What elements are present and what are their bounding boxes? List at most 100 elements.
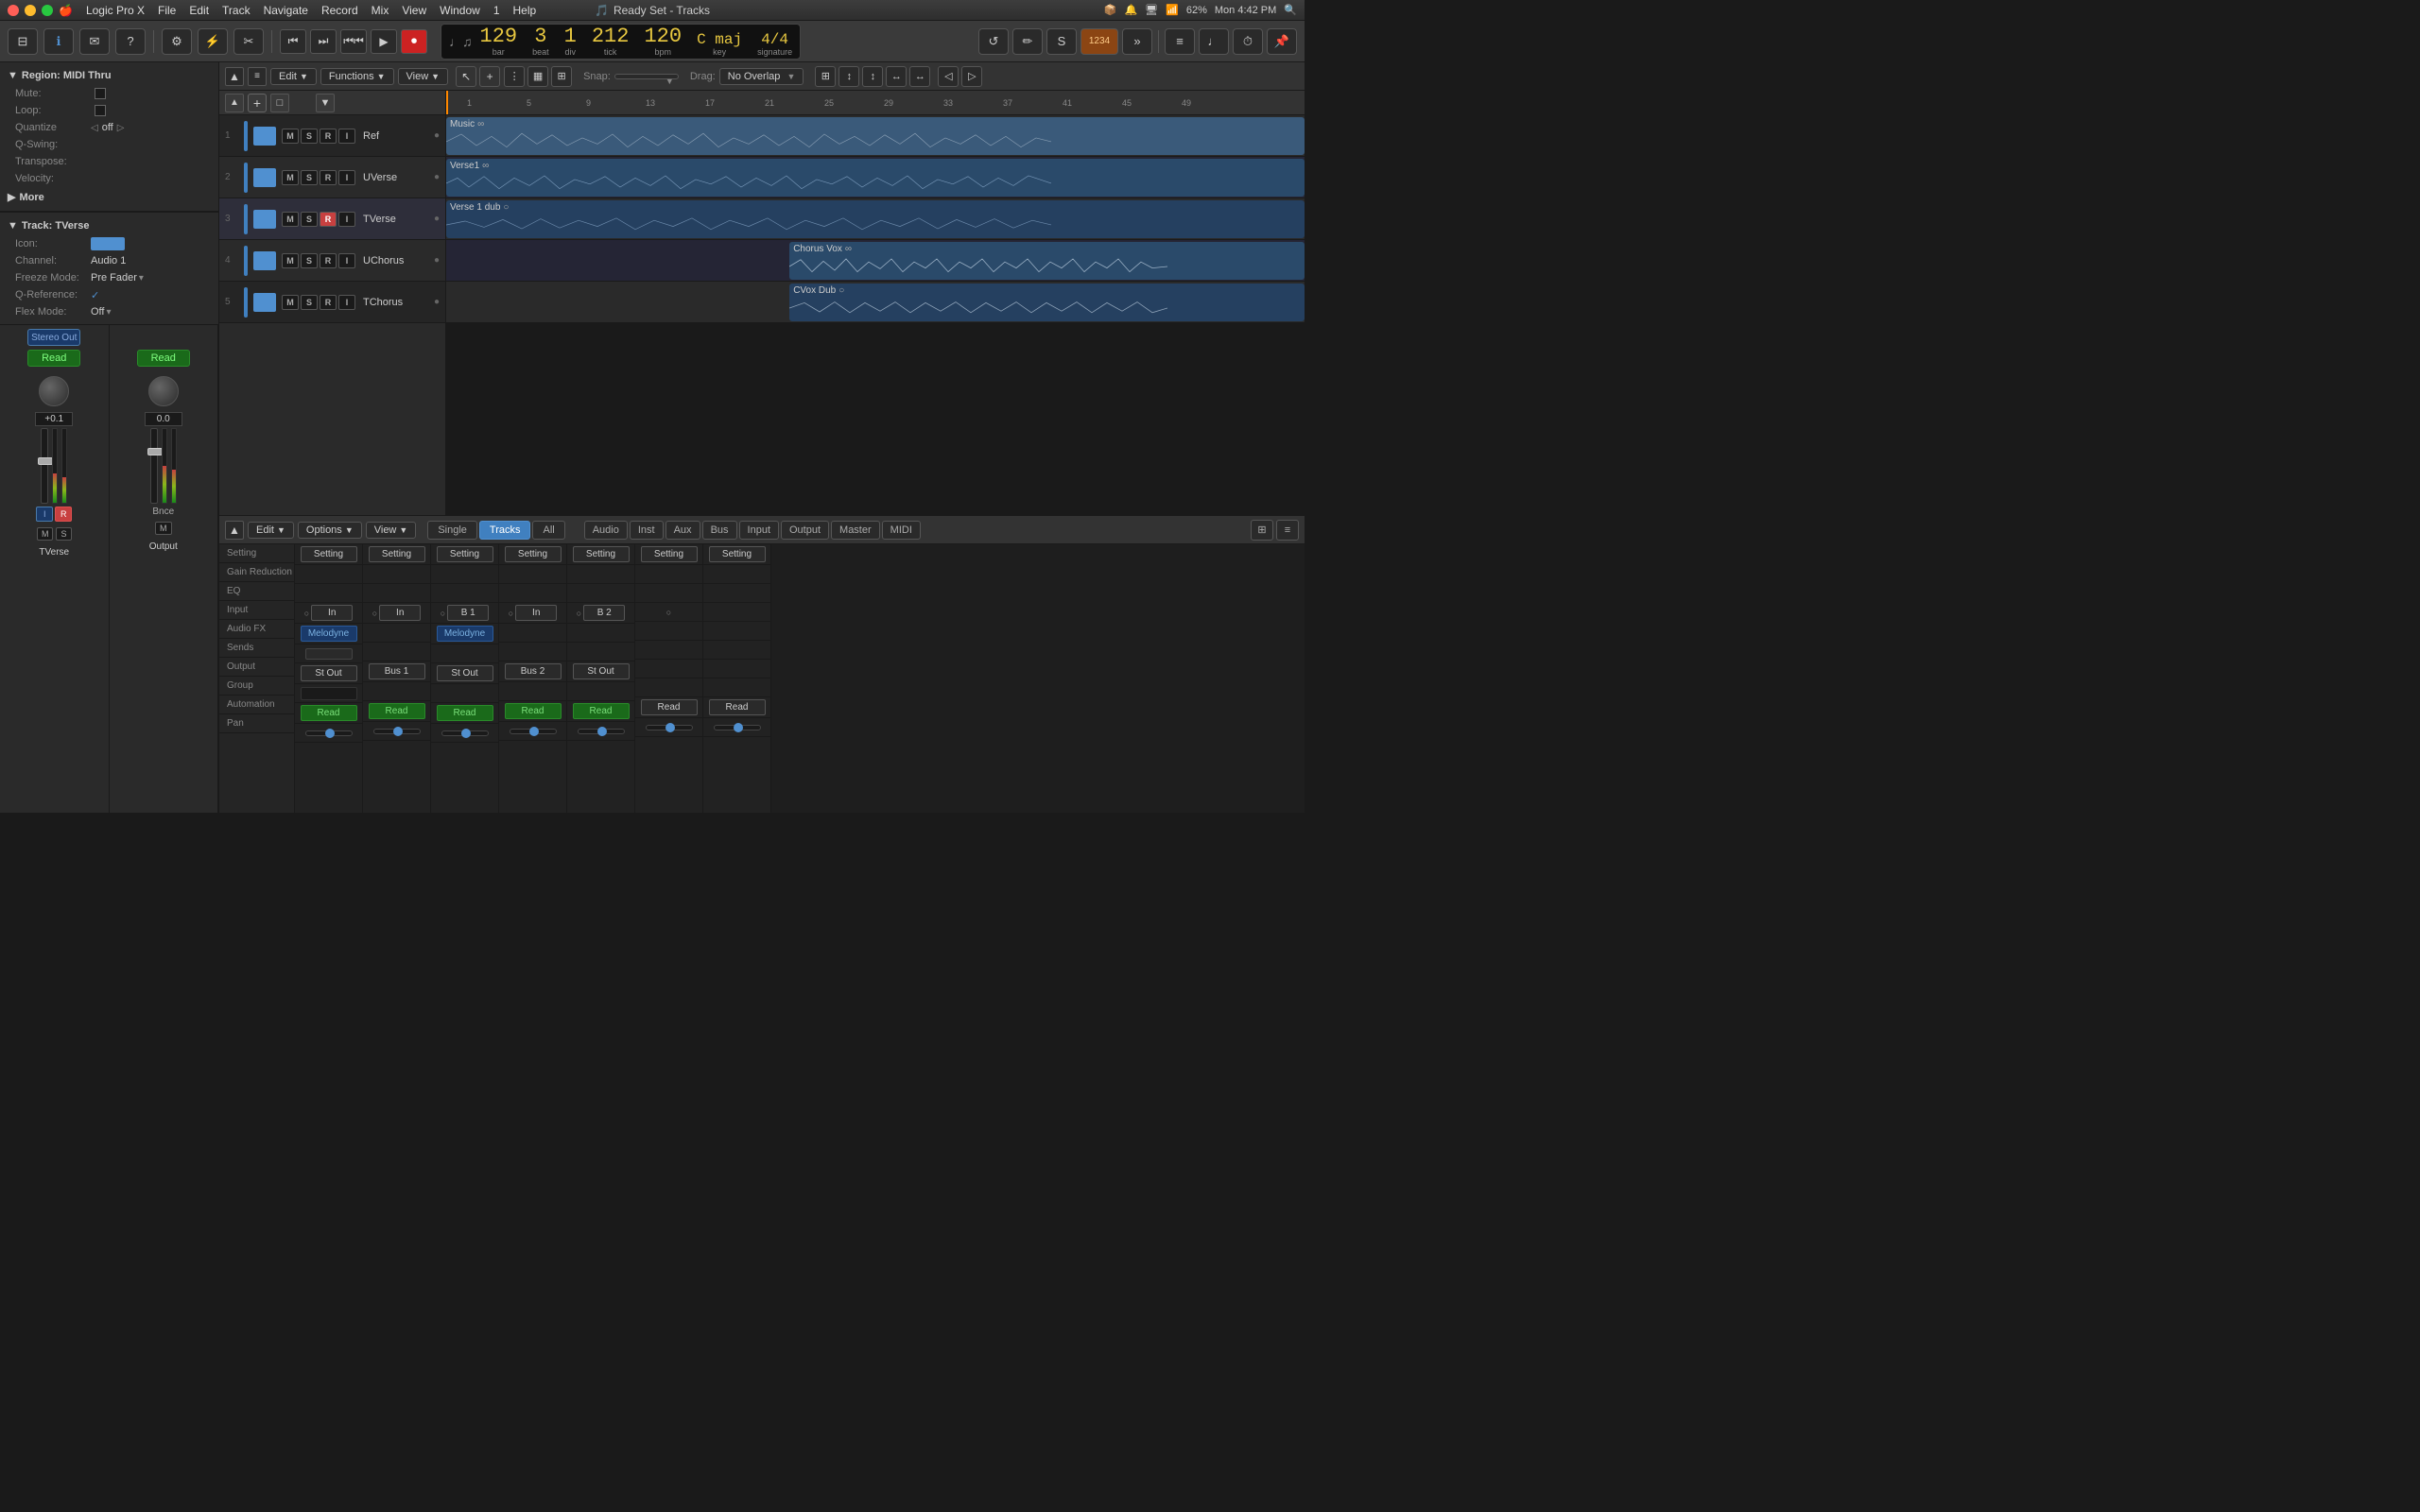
track1-rec-button[interactable]: R (320, 129, 337, 144)
menu-edit[interactable]: Edit (189, 4, 209, 17)
search-icon[interactable]: 🔍 (1284, 4, 1297, 16)
add-track-button[interactable]: + (248, 94, 267, 112)
track-zoom-down[interactable]: ↕ (838, 66, 859, 87)
strip1-mute-button[interactable]: M (37, 527, 54, 541)
quantize-value[interactable]: off (102, 122, 113, 133)
menu-record[interactable]: Record (321, 4, 358, 17)
more-header[interactable]: ▶ More (0, 187, 218, 207)
waveform-row-music[interactable]: Music ∞ (446, 115, 1305, 157)
mixer-list-view[interactable]: ≡ (1276, 520, 1299, 541)
region-inspector-header[interactable]: ▼ Region: MIDI Thru (0, 66, 218, 85)
strip2-knob[interactable] (148, 376, 179, 406)
waveform-row-verse1dub[interactable]: Verse 1 dub ○ (446, 198, 1305, 240)
marker-button[interactable]: 📌 (1267, 28, 1297, 55)
ch3-setting-button[interactable]: Setting (437, 546, 493, 562)
track4-mute-button[interactable]: M (282, 253, 299, 268)
menu-1[interactable]: 1 (493, 4, 500, 17)
ch5-output-button[interactable]: St Out (573, 663, 630, 679)
strip2-fader-thumb[interactable] (147, 448, 163, 455)
ch5-setting-button[interactable]: Setting (573, 546, 630, 562)
list-view-button[interactable]: ≡ (1165, 28, 1195, 55)
ch3-output-button[interactable]: St Out (437, 665, 493, 681)
filter-output[interactable]: Output (781, 521, 829, 540)
strip2-mute-button[interactable]: M (155, 522, 172, 535)
track-zoom-height[interactable]: ⊞ (815, 66, 836, 87)
filter-bus[interactable]: Bus (702, 521, 737, 540)
ch6-setting-button[interactable]: Setting (641, 546, 698, 562)
count-in-display[interactable]: 1234 (1080, 28, 1118, 55)
track1-input-button[interactable]: I (338, 129, 355, 144)
filter-midi[interactable]: MIDI (882, 521, 921, 540)
zoom-tool[interactable]: ⊞ (551, 66, 572, 87)
menu-view[interactable]: View (402, 4, 426, 17)
track4-options-icon[interactable]: ● (434, 255, 440, 266)
track4-input-button[interactable]: I (338, 253, 355, 268)
maximize-button[interactable] (42, 5, 53, 16)
strip1-indicator-i[interactable]: I (36, 507, 53, 522)
track1-options-icon[interactable]: ● (434, 130, 440, 141)
solo-button[interactable]: S (1046, 28, 1077, 55)
ch2-pan-control[interactable] (373, 729, 421, 734)
mixer-grid-view[interactable]: ⊞ (1251, 520, 1273, 541)
track-zoom-up[interactable]: ↕ (862, 66, 883, 87)
track3-options-icon[interactable]: ● (434, 214, 440, 224)
key-display[interactable]: C maj key (697, 32, 742, 57)
pointer-tool[interactable]: ↖ (456, 66, 476, 87)
select-tool[interactable]: ▦ (527, 66, 548, 87)
ch6-pan-control[interactable] (646, 725, 693, 730)
record-button[interactable]: ⏺ (401, 29, 427, 54)
ch2-input-button[interactable]: In (379, 605, 421, 621)
ch3-melodyne-button[interactable]: Melodyne (437, 626, 493, 642)
toolbar-btn-5[interactable]: ⚙ (162, 28, 192, 55)
ch1-pan-control[interactable] (305, 730, 353, 736)
ch6-automation-button[interactable]: Read (641, 699, 698, 715)
ch2-automation-button[interactable]: Read (369, 703, 425, 719)
menu-navigate[interactable]: Navigate (264, 4, 308, 17)
track5-solo-button[interactable]: S (301, 295, 318, 310)
menu-help[interactable]: Help (513, 4, 537, 17)
scroll-right-button[interactable]: ▷ (961, 66, 982, 87)
track1-mute-button[interactable]: M (282, 129, 299, 144)
filter-aux[interactable]: Aux (666, 521, 700, 540)
pencil-tool[interactable]: + (479, 66, 500, 87)
waveform-row-verse1[interactable]: Verse1 ∞ (446, 157, 1305, 198)
toolbar-btn-6[interactable]: ⚡ (198, 28, 228, 55)
mute-checkbox[interactable] (95, 88, 106, 99)
toolbar-btn-7[interactable]: ✂ (233, 28, 264, 55)
ch1-melodyne-button[interactable]: Melodyne (301, 626, 357, 642)
track2-mute-button[interactable]: M (282, 170, 299, 185)
track5-input-button[interactable]: I (338, 295, 355, 310)
ch7-setting-button[interactable]: Setting (709, 546, 766, 562)
bpm-display[interactable]: 120 bpm (644, 26, 682, 57)
view-menu-button[interactable]: View ▼ (398, 68, 449, 85)
track2-options-icon[interactable]: ● (434, 172, 440, 182)
inspector-button[interactable]: ℹ (43, 28, 74, 55)
track-inspector-header[interactable]: ▼ Track: TVerse (0, 216, 218, 235)
ch1-automation-button[interactable]: Read (301, 705, 357, 721)
menu-file[interactable]: File (158, 4, 176, 17)
scroll-up-button[interactable]: ▲ (225, 67, 244, 86)
stereo-out-label[interactable]: Stereo Out (27, 329, 80, 346)
ch1-output-button[interactable]: St Out (301, 665, 357, 681)
track4-solo-button[interactable]: S (301, 253, 318, 268)
track2-rec-button[interactable]: R (320, 170, 337, 185)
track-collapse-button[interactable]: ▼ (316, 94, 335, 112)
cycle-button[interactable]: ↺ (978, 28, 1009, 55)
track-folder-button[interactable]: □ (270, 94, 289, 112)
ch7-pan-control[interactable] (714, 725, 761, 730)
track3-solo-button[interactable]: S (301, 212, 318, 227)
scroll-left-button[interactable]: ◁ (938, 66, 959, 87)
track2-solo-button[interactable]: S (301, 170, 318, 185)
autopunch-button[interactable]: ✏ (1012, 28, 1043, 55)
scroll-up-btn[interactable]: ▲ (225, 94, 244, 112)
filter-inst[interactable]: Inst (630, 521, 664, 540)
clip-verse1dub[interactable]: Verse 1 dub ○ (446, 200, 1305, 238)
waveform-row-chorus[interactable]: Chorus Vox ∞ (446, 240, 1305, 282)
strip1-solo-button[interactable]: S (56, 527, 71, 541)
clip-music[interactable]: Music ∞ (446, 117, 1305, 155)
track-icon-preview[interactable] (91, 237, 125, 250)
track-list-view-button[interactable]: ≡ (248, 67, 267, 86)
functions-menu-button[interactable]: Functions ▼ (320, 68, 394, 85)
menu-apple[interactable]: 🍎 (59, 4, 73, 17)
strip1-read-button[interactable]: Read (27, 350, 80, 367)
